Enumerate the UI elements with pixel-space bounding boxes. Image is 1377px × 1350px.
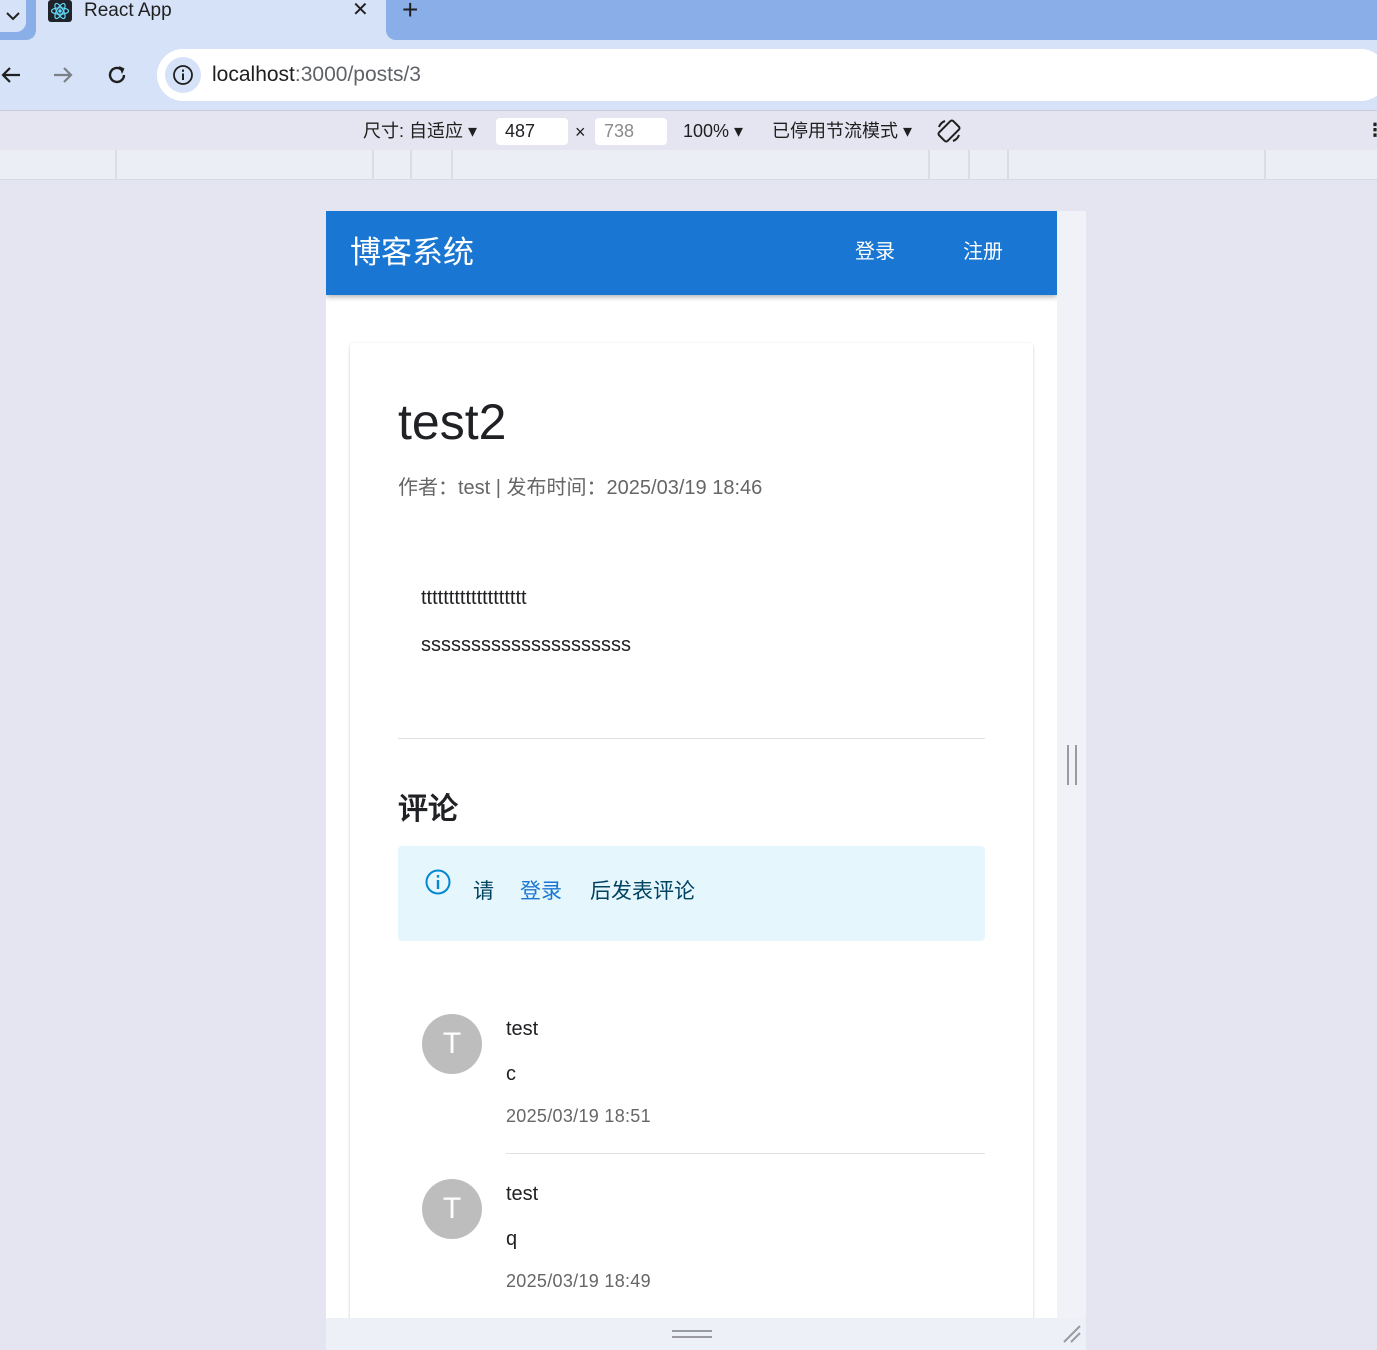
reload-button[interactable] bbox=[102, 60, 132, 90]
comment-author: test bbox=[506, 1183, 539, 1205]
address-bar[interactable]: localhost:3000/posts/3 bbox=[157, 49, 1377, 101]
arrow-left-icon bbox=[1, 67, 20, 83]
more-options-icon[interactable]: ⋮ bbox=[1366, 119, 1377, 141]
url-text: localhost:3000/posts/3 bbox=[212, 62, 421, 88]
arrow-right-icon bbox=[54, 67, 73, 83]
rotate-icon[interactable] bbox=[935, 117, 963, 150]
chevron-down-icon bbox=[6, 12, 20, 21]
media-query-ruler bbox=[0, 150, 1377, 180]
new-tab-button[interactable]: + bbox=[402, 0, 418, 24]
resize-corner-icon[interactable] bbox=[1060, 1322, 1084, 1346]
alert-login-link[interactable]: 登录 bbox=[520, 878, 562, 906]
post-paragraph: ttttttttttttttttttt bbox=[421, 587, 527, 609]
app-bar: 博客系统 登录 注册 bbox=[326, 211, 1057, 295]
divider bbox=[398, 738, 985, 739]
react-logo-icon bbox=[48, 0, 72, 22]
url-path: :3000/posts/3 bbox=[294, 63, 421, 86]
comment-time: 2025/03/19 18:49 bbox=[506, 1271, 651, 1291]
alert-suffix: 后发表评论 bbox=[590, 880, 695, 903]
post-meta: 作者：test | 发布时间：2025/03/19 18:46 bbox=[398, 477, 763, 499]
back-button[interactable] bbox=[0, 60, 26, 90]
post-card: test2 作者：test | 发布时间：2025/03/19 18:46 tt… bbox=[350, 343, 1033, 1318]
site-info-icon[interactable] bbox=[165, 57, 201, 93]
post-content: ttttttttttttttttttt ssssssssssssssssssss… bbox=[421, 585, 631, 679]
avatar: T bbox=[422, 1179, 482, 1239]
post-title: test2 bbox=[398, 394, 507, 450]
comment-divider bbox=[506, 1153, 985, 1154]
reload-icon bbox=[108, 66, 126, 84]
brand-title[interactable]: 博客系统 bbox=[350, 233, 474, 273]
browser-tab[interactable]: React App ✕ bbox=[26, 0, 396, 40]
tab-search-button[interactable] bbox=[0, 0, 26, 32]
avatar: T bbox=[422, 1014, 482, 1074]
tab-strip: React App ✕ + bbox=[0, 0, 1377, 40]
emulated-viewport: 博客系统 登录 注册 test2 作者：test | 发布时间：2025/03/… bbox=[326, 211, 1057, 1318]
comment-text: q bbox=[506, 1228, 518, 1250]
post-paragraph: sssssssssssssssssssss bbox=[421, 634, 631, 656]
nav-login-button[interactable]: 登录 bbox=[855, 239, 895, 265]
comment-time: 2025/03/19 18:51 bbox=[506, 1106, 651, 1126]
comment-text: c bbox=[506, 1063, 516, 1085]
dimensions-dropdown[interactable]: 尺寸: 自适应 ▾ bbox=[363, 120, 477, 142]
times-sign: × bbox=[575, 122, 586, 142]
alert-prefix: 请 bbox=[473, 880, 494, 903]
resize-handle-bottom[interactable] bbox=[672, 1330, 712, 1338]
nav-register-button[interactable]: 注册 bbox=[963, 239, 1003, 265]
device-toolbar: 尺寸: 自适应 ▾ 487 × 738 100% ▾ 已停用节流模式 ▾ ⋮ bbox=[0, 110, 1377, 150]
height-input[interactable]: 738 bbox=[595, 118, 667, 145]
throttle-dropdown[interactable]: 已停用节流模式 ▾ bbox=[772, 120, 912, 142]
zoom-dropdown[interactable]: 100% ▾ bbox=[683, 120, 743, 142]
forward-button[interactable] bbox=[48, 60, 78, 90]
comment-author: test bbox=[506, 1018, 539, 1040]
browser-toolbar: localhost:3000/posts/3 bbox=[0, 40, 1377, 110]
tab-title: React App bbox=[84, 0, 172, 21]
url-host: localhost bbox=[212, 63, 295, 86]
resize-handle-right[interactable] bbox=[1067, 745, 1077, 785]
tab-close-icon[interactable]: ✕ bbox=[352, 0, 369, 21]
login-alert: 请 登录 后发表评论 bbox=[398, 846, 985, 941]
comments-heading: 评论 bbox=[398, 793, 458, 826]
info-icon bbox=[425, 869, 451, 895]
width-input[interactable]: 487 bbox=[496, 118, 568, 145]
